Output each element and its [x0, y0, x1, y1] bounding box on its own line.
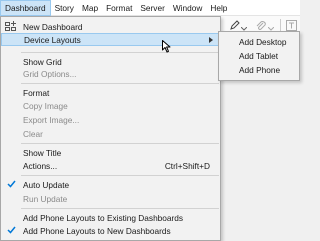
menubar-format[interactable]: Format: [102, 0, 136, 16]
menu-separator: [21, 208, 219, 209]
menu-item-label: Actions...: [23, 160, 58, 171]
menu-item-add-phone-new[interactable]: Add Phone Layouts to New Dashboards: [1, 224, 220, 237]
menubar-help[interactable]: Help: [206, 0, 231, 16]
menu-item-grid-options[interactable]: Grid Options...: [1, 67, 220, 80]
submenu-item-add-tablet[interactable]: Add Tablet: [239, 51, 278, 61]
menu-item-label: Add Phone Layouts to New Dashboards: [23, 225, 171, 236]
menu-item-auto-update[interactable]: Auto Update: [1, 178, 220, 191]
menu-item-label: Show Grid: [23, 56, 62, 67]
menu-item-label: Add Phone Layouts to Existing Dashboards: [23, 212, 184, 223]
menu-item-new-dashboard[interactable]: New Dashboard: [1, 20, 220, 33]
submenu-item-add-desktop[interactable]: Add Desktop: [239, 37, 287, 47]
menu-item-label: New Dashboard: [23, 21, 83, 32]
menubar-server[interactable]: Server: [136, 0, 168, 16]
menu-item-shortcut: Ctrl+Shift+D: [164, 160, 210, 171]
menu-item-run-update[interactable]: Run Update: [1, 192, 220, 205]
menu-item-label: Auto Update: [23, 179, 70, 190]
menu-item-label: Show Title: [23, 147, 62, 158]
submenu-arrow-icon: [209, 37, 213, 43]
menu-separator: [21, 175, 219, 176]
device-layouts-submenu: Add Desktop Add Tablet Add Phone: [218, 31, 300, 81]
menu-item-add-phone-existing[interactable]: Add Phone Layouts to Existing Dashboards: [1, 211, 220, 224]
menu-item-format[interactable]: Format: [1, 86, 220, 99]
menu-item-label: Run Update: [23, 193, 68, 204]
mouse-pointer-icon: [162, 40, 171, 55]
menu-item-label: Copy Image: [23, 100, 68, 111]
menu-item-actions[interactable]: Actions... Ctrl+Shift+D: [1, 159, 220, 172]
menu-item-label: Device Layouts: [24, 34, 81, 45]
menu-item-clear[interactable]: Clear: [1, 127, 220, 140]
menu-item-label: Format: [23, 87, 50, 98]
menu-separator: [21, 143, 219, 144]
dashboard-menu: New Dashboard Device Layouts Show Grid G…: [0, 16, 221, 241]
menu-separator: [21, 83, 219, 84]
menu-item-export-image[interactable]: Export Image...: [1, 113, 220, 126]
menu-bar: Dashboard Story Map Format Server Window…: [0, 0, 300, 16]
menubar-story[interactable]: Story: [51, 0, 78, 16]
menu-separator: [21, 52, 219, 53]
menu-item-label: Grid Options...: [23, 68, 77, 79]
check-icon: [7, 180, 16, 190]
menu-item-label: Clear: [23, 128, 43, 139]
toolbar-divider: [280, 19, 281, 31]
menubar-window[interactable]: Window: [169, 0, 207, 16]
menubar-map[interactable]: Map: [78, 0, 102, 16]
check-icon: [7, 226, 16, 236]
menu-item-device-layouts[interactable]: Device Layouts: [1, 33, 220, 46]
menubar-dashboard[interactable]: Dashboard: [0, 0, 51, 16]
submenu-item-add-phone[interactable]: Add Phone: [239, 65, 280, 75]
menu-item-label: Export Image...: [23, 114, 80, 125]
menu-item-copy-image[interactable]: Copy Image: [1, 99, 220, 112]
menu-item-show-title[interactable]: Show Title: [1, 146, 220, 159]
